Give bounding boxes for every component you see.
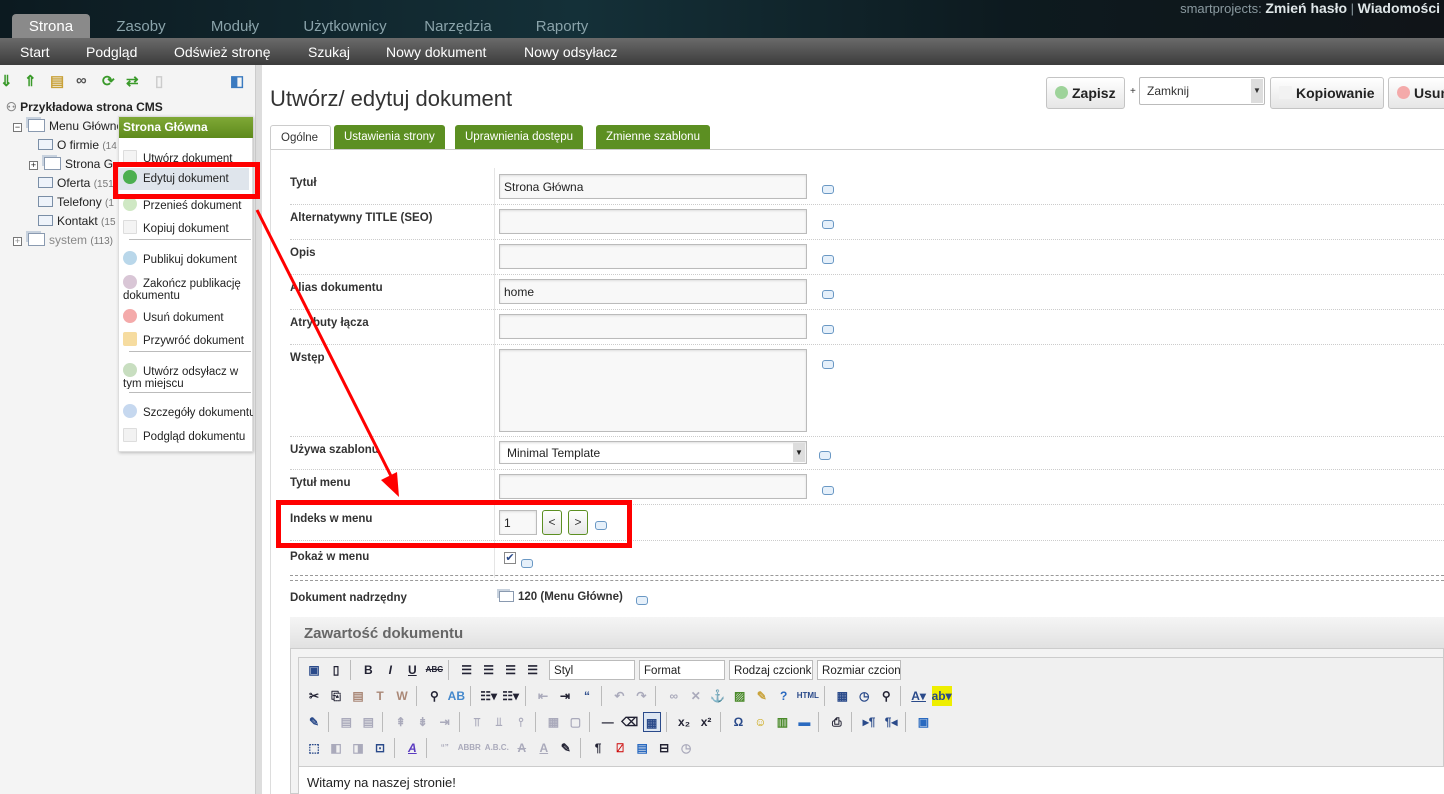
arrow-line <box>255 209 394 479</box>
arrow-head <box>381 472 399 497</box>
annotation-arrow <box>255 209 399 497</box>
